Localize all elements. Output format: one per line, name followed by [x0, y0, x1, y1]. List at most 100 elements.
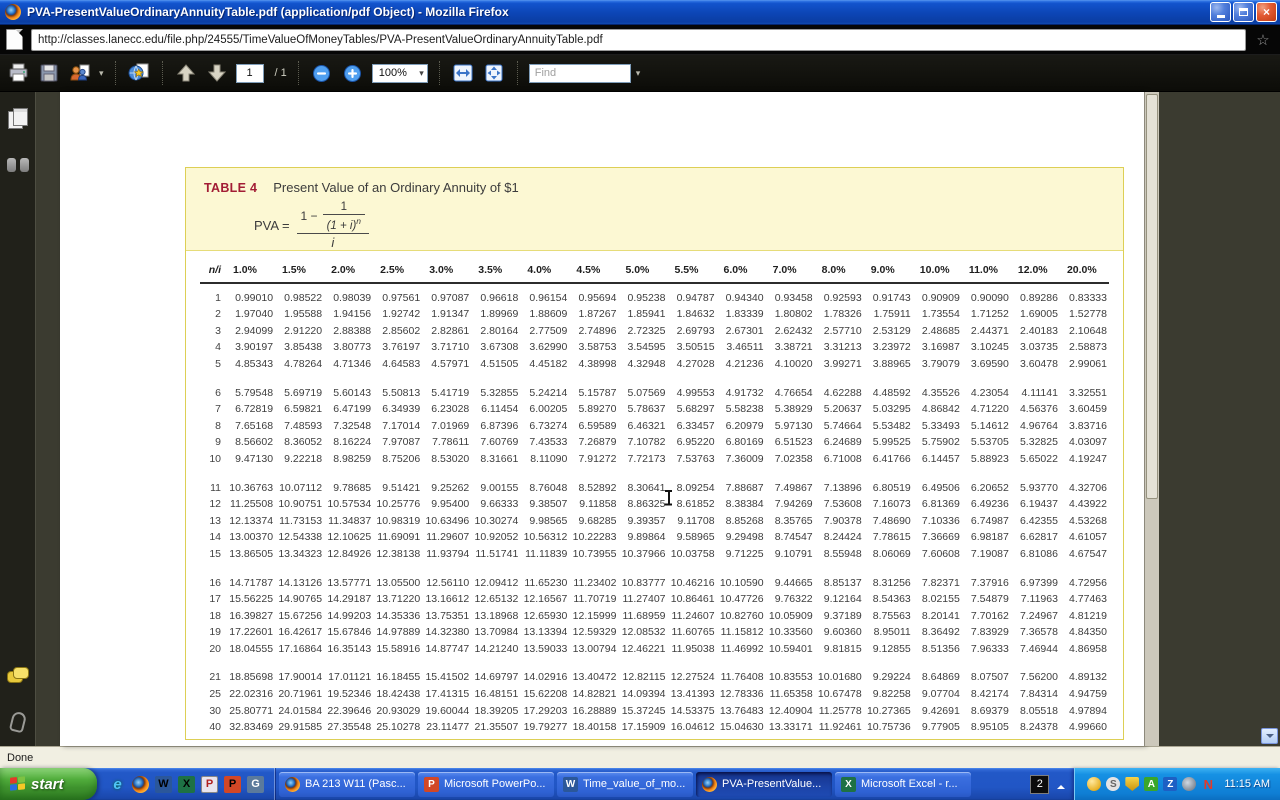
table-cell: 18 — [200, 608, 226, 625]
antivirus-icon[interactable]: A — [1144, 777, 1158, 791]
table-cell: 15.37245 — [618, 703, 667, 720]
table-cell: 7 — [200, 401, 226, 418]
language-indicator[interactable]: 2 — [1030, 775, 1049, 794]
powerpoint-icon[interactable]: P — [224, 776, 241, 793]
previous-page-icon[interactable] — [174, 61, 198, 85]
search-binoculars-icon[interactable] — [7, 158, 29, 172]
show-hidden-icons-toggle[interactable] — [1053, 777, 1068, 792]
table-cell: 3.23972 — [864, 339, 913, 356]
formula-exponent: n — [356, 216, 361, 226]
table-cell: 9.68285 — [569, 513, 618, 530]
zoom-out-icon[interactable] — [310, 61, 334, 85]
table-cell: 9.37189 — [815, 608, 864, 625]
table-cell: 13.41393 — [668, 686, 717, 703]
table-cell: 9.71225 — [717, 546, 766, 563]
volume-icon[interactable] — [1182, 777, 1196, 791]
table-cell: 20.71961 — [275, 686, 324, 703]
table-cell: 2.67301 — [717, 323, 766, 340]
s-app-icon[interactable]: S — [1106, 777, 1120, 791]
table-cell: 14.21240 — [471, 641, 520, 658]
table-cell: 12.09412 — [471, 575, 520, 592]
next-page-icon[interactable] — [205, 61, 229, 85]
table-cell: 8.07507 — [962, 669, 1011, 686]
page-number-input[interactable] — [236, 64, 264, 83]
internet-explorer-icon[interactable]: e — [109, 776, 126, 793]
zoom-in-icon[interactable] — [341, 61, 365, 85]
groupwise-icon[interactable]: G — [247, 776, 264, 793]
firefox-icon[interactable] — [132, 776, 149, 793]
table-row: 76.728196.598216.471996.349396.230286.11… — [200, 401, 1109, 418]
table-cell: 10.59401 — [766, 641, 815, 658]
table-cell: 3.69590 — [962, 356, 1011, 373]
maximize-button[interactable] — [1233, 2, 1254, 22]
table-header-cell: 5.0% — [618, 262, 667, 279]
word-icon[interactable]: W — [155, 776, 172, 793]
table-header-cell: 4.0% — [520, 262, 569, 279]
table-cell: 9.10791 — [766, 546, 815, 563]
table-cell: 2.48685 — [913, 323, 962, 340]
scroll-down-button[interactable] — [1261, 728, 1278, 744]
comments-panel-icon[interactable] — [7, 667, 29, 682]
page-total-label: / 1 — [275, 67, 287, 79]
zoom-level-select[interactable]: 100% ▾ — [372, 64, 428, 83]
print-icon[interactable] — [6, 61, 30, 85]
table-cell: 7.94269 — [766, 496, 815, 513]
taskbar-window-button[interactable]: XMicrosoft Excel - r... — [835, 772, 971, 797]
pages-panel-icon[interactable] — [8, 108, 28, 128]
table-header-cell: 7.0% — [766, 262, 815, 279]
novell-icon[interactable]: N — [1201, 777, 1215, 791]
bookmark-star-icon[interactable]: ☆ — [1254, 31, 1272, 49]
find-input[interactable] — [529, 64, 631, 83]
save-icon[interactable] — [37, 61, 61, 85]
table-cell: 4.03097 — [1060, 434, 1109, 451]
pdf-scrollbar[interactable] — [1144, 92, 1159, 746]
table-cell: 8.53020 — [422, 451, 471, 468]
toolbar-separator — [298, 61, 299, 85]
find-dropdown-caret[interactable]: ▾ — [636, 68, 641, 79]
table-cell: 4.45182 — [520, 356, 569, 373]
table-cell: 7.19087 — [962, 546, 1011, 563]
taskbar-window-button[interactable]: PVA-PresentValue... — [696, 772, 832, 797]
table-cell: 8.24378 — [1011, 719, 1060, 736]
excel-icon[interactable]: X — [178, 776, 195, 793]
table-cell: 19 — [200, 624, 226, 641]
pdf-scrollbar-thumb[interactable] — [1146, 94, 1158, 499]
url-input[interactable]: http://classes.lanecc.edu/file.php/24555… — [31, 29, 1246, 51]
table-cell: 21.35507 — [471, 719, 520, 736]
table-row: 2018.0455517.1686416.3514315.5891614.877… — [200, 641, 1109, 658]
table-cell: 16.39827 — [226, 608, 275, 625]
publisher-icon[interactable]: P — [201, 776, 218, 793]
table-cell: 5.15787 — [569, 385, 618, 402]
table-cell: 9 — [200, 434, 226, 451]
table-cell: 7.91272 — [569, 451, 618, 468]
fit-width-icon[interactable] — [451, 61, 475, 85]
table-cell: 8.31256 — [864, 575, 913, 592]
tray-icons: S AZ N — [1087, 777, 1215, 791]
start-button[interactable]: start — [0, 768, 97, 800]
table-cell: 4.85343 — [226, 356, 275, 373]
minimize-button[interactable] — [1210, 2, 1231, 22]
table-cell: 11.69091 — [373, 529, 422, 546]
taskbar-window-button[interactable]: PMicrosoft PowerPo... — [418, 772, 554, 797]
table-cell: 8.74547 — [766, 529, 815, 546]
table-cell: 10.67478 — [815, 686, 864, 703]
close-button[interactable]: × — [1256, 2, 1277, 22]
taskbar-window-button[interactable]: WTime_value_of_mo... — [557, 772, 693, 797]
share-dropdown-caret[interactable]: ▾ — [99, 68, 104, 79]
share-icon[interactable] — [68, 61, 92, 85]
web-page-icon[interactable] — [127, 61, 151, 85]
fit-page-icon[interactable] — [482, 61, 506, 85]
table-cell: 4.51505 — [471, 356, 520, 373]
zoom-app-icon[interactable]: Z — [1163, 777, 1177, 791]
table-cell: 0.98039 — [324, 290, 373, 307]
messenger-icon[interactable] — [1087, 777, 1101, 791]
windows-flag-icon — [10, 776, 25, 792]
taskbar-window-button[interactable]: BA 213 W11 (Pasc... — [279, 772, 415, 797]
table-cell: 8.42174 — [962, 686, 1011, 703]
table-cell: 11.70719 — [569, 591, 618, 608]
table-row: 1816.3982715.6725614.9920314.3533613.753… — [200, 608, 1109, 625]
table-row-group: 1614.7178714.1312613.5777113.0550012.561… — [200, 575, 1109, 658]
attachments-paperclip-icon[interactable] — [8, 711, 26, 734]
formula-denominator: i — [297, 233, 369, 250]
security-shield-icon[interactable] — [1125, 777, 1139, 791]
